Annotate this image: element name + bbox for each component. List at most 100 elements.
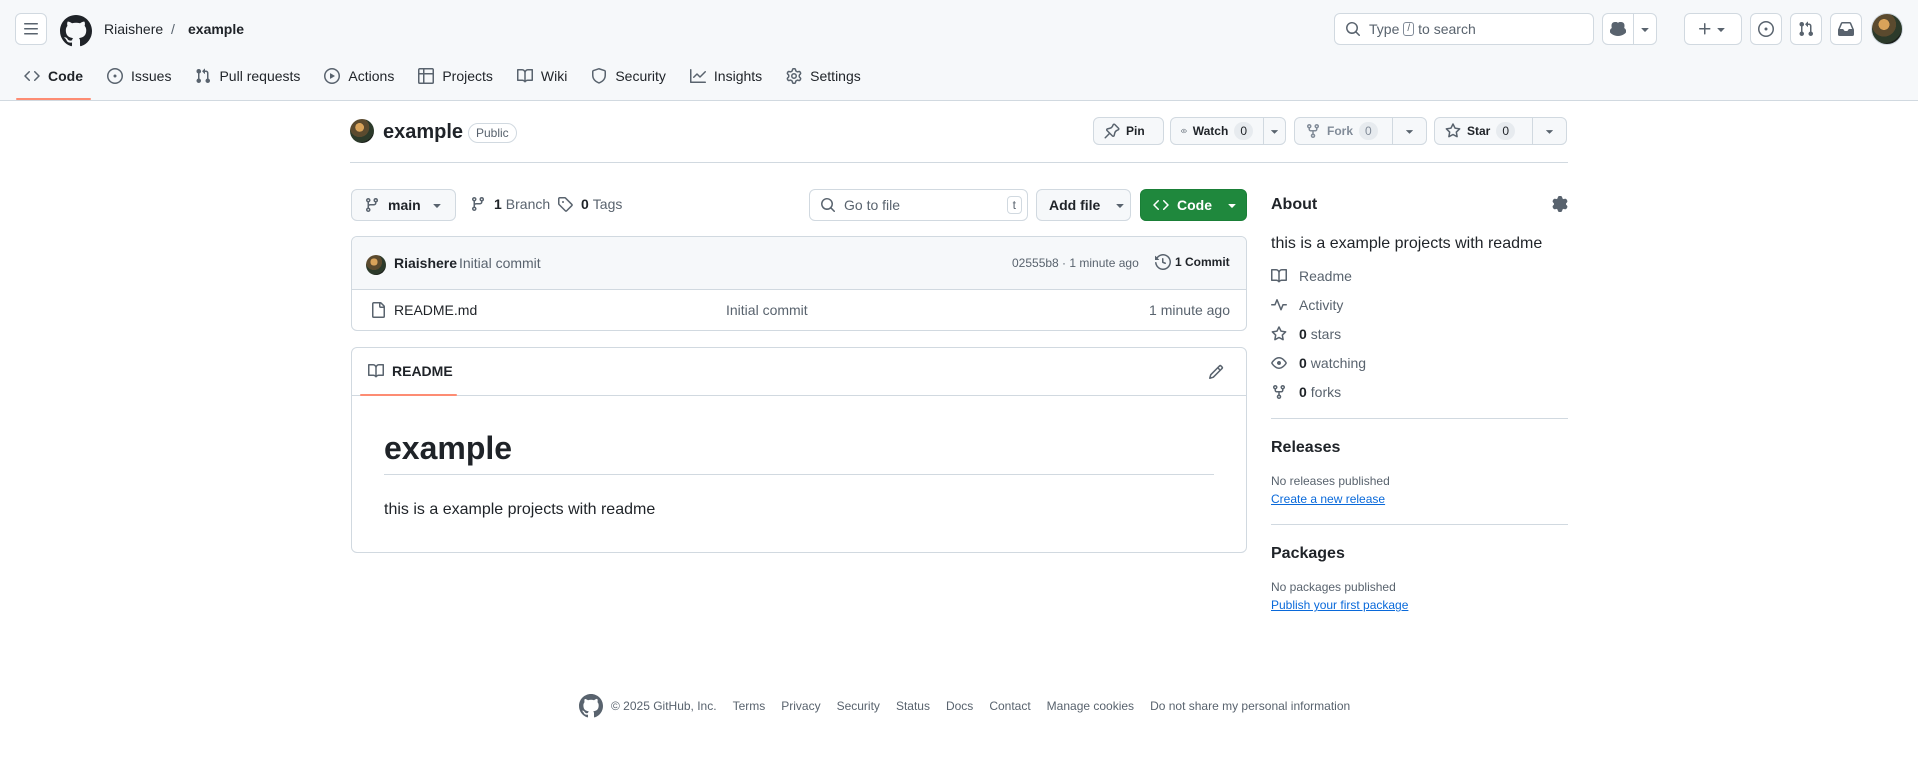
repo-title-row: example Public Pin Watch 0 Fork 0 Star 0 bbox=[350, 117, 1568, 163]
search-input[interactable]: Type / to search bbox=[1334, 13, 1594, 45]
commits-link[interactable]: 1 Commit bbox=[1155, 254, 1230, 270]
fork-icon bbox=[1273, 385, 1285, 400]
commit-message[interactable]: Initial commit bbox=[459, 255, 541, 271]
stars-label: stars bbox=[1310, 326, 1342, 342]
create-release-link[interactable]: Create a new release bbox=[1271, 490, 1568, 508]
about-watching-link[interactable]: 0 watching bbox=[1271, 353, 1568, 373]
readme-heading: example bbox=[384, 428, 1214, 475]
edit-readme-button[interactable] bbox=[1208, 364, 1224, 383]
footer-link-docs[interactable]: Docs bbox=[946, 699, 973, 713]
tab-pull-requests[interactable]: Pull requests bbox=[187, 60, 308, 92]
about-readme-label: Readme bbox=[1299, 268, 1352, 284]
pin-label: Pin bbox=[1126, 124, 1145, 138]
copilot-button[interactable] bbox=[1602, 13, 1634, 45]
pull-requests-button[interactable] bbox=[1790, 13, 1822, 45]
watch-button[interactable]: Watch 0 bbox=[1170, 117, 1264, 145]
github-logo-icon[interactable] bbox=[60, 15, 92, 47]
commit-hash-time[interactable]: 02555b8 · 1 minute ago bbox=[1012, 256, 1139, 270]
about-sidebar: About this is a example projects with re… bbox=[1271, 190, 1568, 614]
about-forks-link[interactable]: 0 forks bbox=[1271, 382, 1568, 402]
fork-button[interactable]: Fork 0 bbox=[1294, 117, 1393, 145]
search-suffix: to search bbox=[1418, 21, 1476, 37]
packages-empty-text: No packages published bbox=[1271, 580, 1396, 594]
inbox-icon bbox=[1838, 22, 1854, 36]
code-icon bbox=[1153, 199, 1169, 211]
file-list: Riaishere Initial commit 02555b8 · 1 min… bbox=[351, 236, 1247, 331]
triangle-down-icon bbox=[433, 204, 441, 208]
repo-owner-avatar[interactable] bbox=[350, 119, 374, 143]
shield-icon bbox=[592, 68, 607, 84]
footer-link-terms[interactable]: Terms bbox=[733, 699, 766, 713]
readme-tab-underline bbox=[360, 394, 457, 396]
footer-link-status[interactable]: Status bbox=[896, 699, 930, 713]
footer-copyright: © 2025 GitHub, Inc. bbox=[611, 699, 717, 713]
star-dropdown-button[interactable] bbox=[1532, 117, 1567, 145]
forks-count: 0 bbox=[1299, 384, 1307, 400]
footer-link-security[interactable]: Security bbox=[837, 699, 880, 713]
tab-code[interactable]: Code bbox=[16, 60, 91, 100]
copilot-dropdown-button[interactable] bbox=[1633, 13, 1657, 45]
about-stars-link[interactable]: 0 stars bbox=[1271, 324, 1568, 344]
add-file-label: Add file bbox=[1049, 197, 1101, 213]
watch-dropdown-button[interactable] bbox=[1263, 117, 1286, 145]
add-file-button[interactable]: Add file bbox=[1036, 189, 1131, 221]
go-to-file-input[interactable]: Go to file t bbox=[809, 189, 1028, 221]
branch-name: main bbox=[388, 197, 421, 213]
copilot-icon bbox=[1610, 21, 1626, 37]
breadcrumb-owner[interactable]: Riaishere bbox=[104, 19, 163, 39]
github-logo-icon[interactable] bbox=[579, 694, 603, 718]
packages-section: Packages No packages published Publish y… bbox=[1271, 525, 1568, 614]
fork-dropdown-button[interactable] bbox=[1392, 117, 1427, 145]
tab-security[interactable]: Security bbox=[583, 60, 674, 92]
readme-tab[interactable]: README bbox=[368, 363, 453, 379]
footer-link-privacy[interactable]: Privacy bbox=[781, 699, 820, 713]
file-row[interactable]: README.md Initial commit 1 minute ago bbox=[352, 290, 1246, 330]
play-icon bbox=[324, 68, 341, 84]
footer-link-manage-cookies[interactable]: Manage cookies bbox=[1047, 699, 1134, 713]
footer-link-do-not-share[interactable]: Do not share my personal information bbox=[1150, 699, 1350, 713]
file-commit-message[interactable]: Initial commit bbox=[726, 302, 808, 318]
releases-title[interactable]: Releases bbox=[1271, 436, 1568, 460]
branch-selector-button[interactable]: main bbox=[351, 189, 456, 221]
triangle-down-icon bbox=[1116, 204, 1124, 208]
about-activity-link[interactable]: Activity bbox=[1271, 295, 1568, 315]
edit-about-button[interactable] bbox=[1552, 196, 1568, 215]
breadcrumb-repo[interactable]: example bbox=[188, 19, 244, 39]
watching-label: watching bbox=[1310, 355, 1367, 371]
file-name[interactable]: README.md bbox=[394, 302, 477, 318]
about-title: About bbox=[1271, 196, 1318, 213]
commit-author-avatar[interactable] bbox=[366, 255, 386, 275]
triangle-down-icon bbox=[1717, 28, 1725, 32]
tab-actions-label: Actions bbox=[348, 68, 395, 84]
user-avatar[interactable] bbox=[1871, 13, 1903, 45]
tab-issues[interactable]: Issues bbox=[99, 60, 179, 92]
repo-name[interactable]: example bbox=[383, 117, 463, 147]
code-button[interactable]: Code bbox=[1140, 189, 1247, 221]
tag-count: 0 bbox=[581, 196, 589, 212]
packages-title[interactable]: Packages bbox=[1271, 542, 1568, 566]
tag-label: Tags bbox=[592, 196, 623, 212]
fork-count: 0 bbox=[1359, 122, 1378, 140]
footer-link-contact[interactable]: Contact bbox=[989, 699, 1030, 713]
tab-actions[interactable]: Actions bbox=[316, 60, 402, 92]
tab-wiki[interactable]: Wiki bbox=[509, 60, 575, 92]
menu-button[interactable] bbox=[15, 13, 47, 45]
pulse-icon bbox=[1271, 299, 1287, 311]
publish-package-link[interactable]: Publish your first package bbox=[1271, 596, 1568, 614]
create-new-button[interactable] bbox=[1684, 13, 1742, 45]
tags-link[interactable]: 0 Tags bbox=[557, 193, 622, 215]
tab-settings[interactable]: Settings bbox=[778, 60, 869, 92]
issues-button[interactable] bbox=[1750, 13, 1782, 45]
tab-insights[interactable]: Insights bbox=[682, 60, 770, 92]
commit-author[interactable]: Riaishere bbox=[394, 255, 457, 271]
about-readme-link[interactable]: Readme bbox=[1271, 266, 1568, 286]
star-button[interactable]: Star 0 bbox=[1434, 117, 1533, 145]
branches-link[interactable]: 1 Branch bbox=[470, 193, 550, 215]
branch-count: 1 bbox=[494, 196, 502, 212]
star-icon bbox=[1271, 326, 1287, 341]
pin-button[interactable]: Pin bbox=[1093, 117, 1164, 145]
tab-projects[interactable]: Projects bbox=[410, 60, 501, 92]
tab-code-label: Code bbox=[48, 68, 83, 84]
inbox-button[interactable] bbox=[1830, 13, 1862, 45]
tab-security-label: Security bbox=[615, 68, 666, 84]
